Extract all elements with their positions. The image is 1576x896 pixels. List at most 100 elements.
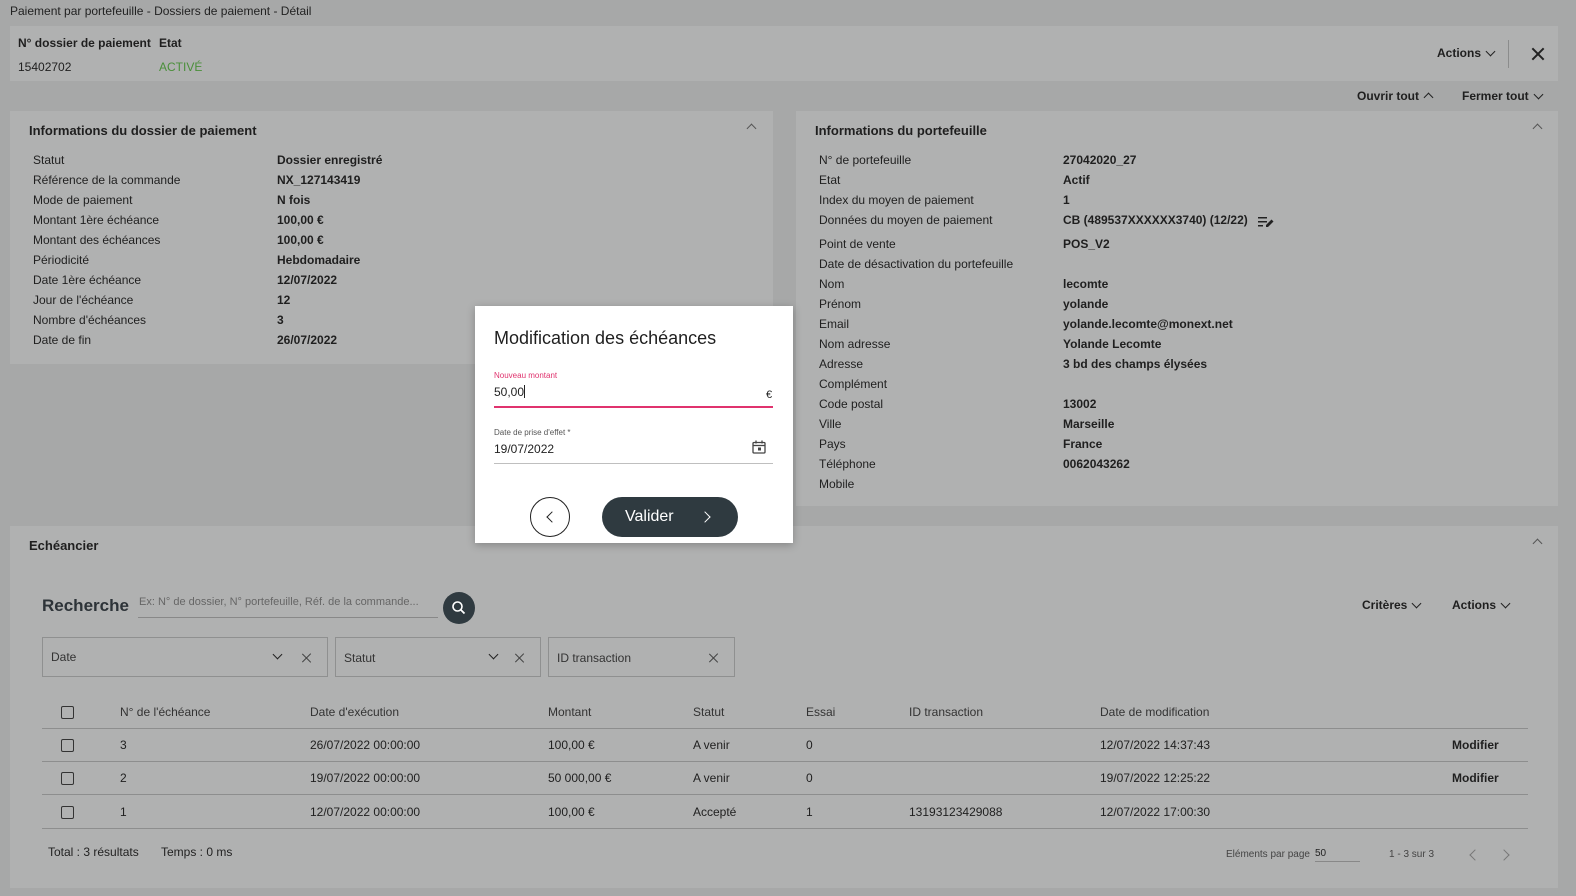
table-cell-essai: 1 [806,805,813,819]
total-results: Total : 3 résultats [48,845,139,859]
search-input[interactable]: Ex: N° de dossier, N° portefeuille, Réf.… [138,596,438,618]
dossier_info-label: Date 1ère échéance [33,273,142,287]
table-cell-exec: 19/07/2022 00:00:00 [310,771,421,785]
table-cell-essai: 0 [806,771,813,785]
col-header-idtx[interactable]: ID transaction [909,705,983,719]
modify-link[interactable]: Modifier [1452,771,1499,785]
dossier-info-title: Informations du dossier de paiement [29,123,257,138]
id-transaction-filter-label: ID transaction [557,651,632,665]
col-header-num[interactable]: N° de l'échéance [120,705,210,719]
close-all-button[interactable]: Fermer tout [1462,89,1544,103]
clear-icon[interactable] [515,653,525,663]
amount-underline [494,406,773,408]
wallet_info-label: Etat [819,173,841,187]
dossier_info-label: Mode de paiement [33,193,133,207]
dossier_info-value: 100,00 € [277,213,324,227]
dossier_info-value: Hebdomadaire [277,253,361,267]
wallet_info-label: N° de portefeuille [819,153,912,167]
wallet_info-label: Données du moyen de paiement [819,213,993,227]
col-header-modif[interactable]: Date de modification [1100,705,1209,719]
table-cell-modif: 19/07/2022 12:25:22 [1100,771,1211,785]
dossier_info-label: Référence de la commande [33,173,181,187]
wallet_info-label: Nom adresse [819,337,891,351]
col-header-montant[interactable]: Montant [548,705,591,719]
chevron-down-icon [1500,598,1511,608]
criteria-button[interactable]: Critères [1362,598,1422,612]
schedule-card: Echéancier [10,526,1558,888]
row-checkbox[interactable] [61,806,74,819]
wallet-info-card: Informations du portefeuille N° de porte… [796,111,1558,506]
amount-input[interactable]: 50,00 [494,385,526,399]
criteria-label: Critères [1362,598,1408,612]
wallet_info-label: Index du moyen de paiement [819,193,974,207]
back-button[interactable] [530,497,570,537]
table-cell-num: 2 [120,771,127,785]
wallet_info-label: Code postal [819,397,884,411]
search-title: Recherche [42,596,129,615]
collapse-chevron-icon[interactable] [746,123,757,134]
chevron-up-icon [1423,92,1434,103]
table-cell-essai: 0 [806,738,813,752]
wallet_info-value: yolande.lecomte@monext.net [1063,317,1233,331]
col-header-essai[interactable]: Essai [806,705,835,719]
dossier-value: 15402702 [18,60,72,74]
per-page-select[interactable]: 50 [1315,848,1360,862]
calendar-icon[interactable] [752,440,766,454]
statut-filter[interactable]: Statut [335,637,541,677]
currency-symbol: € [766,389,773,401]
wallet_info-label: Complément [819,377,888,391]
col-header-statut[interactable]: Statut [693,705,724,719]
wallet-info-title: Informations du portefeuille [815,123,987,138]
chevron-down-icon [488,649,499,660]
dossier_info-value: 100,00 € [277,233,324,247]
clear-icon[interactable] [709,653,719,663]
open-all-button[interactable]: Ouvrir tout [1357,89,1434,103]
search-icon [452,601,466,615]
close-all-label: Fermer tout [1462,89,1529,103]
submit-label: Valider [625,508,674,525]
submit-button[interactable]: Valider [602,497,738,537]
close-icon[interactable] [1531,47,1545,61]
dossier_info-value: 12/07/2022 [277,273,338,287]
date-input[interactable]: 19/07/2022 [494,442,554,456]
etat-value: ACTIVÉ [159,60,203,74]
query-time: Temps : 0 ms [161,845,233,859]
dossier_info-value: NX_127143419 [277,173,361,187]
select-all-checkbox[interactable] [61,706,74,719]
table-cell-statut: A venir [693,738,730,752]
chevron-down-icon [272,649,283,660]
collapse-chevron-icon[interactable] [1532,538,1543,549]
chevron-down-icon [1411,598,1422,608]
amount-label: Nouveau montant [494,371,558,380]
search-button[interactable] [443,592,475,624]
table-cell-modif: 12/07/2022 17:00:30 [1100,805,1211,819]
chevron-left-icon [546,511,558,523]
table-cell-montant: 100,00 € [548,805,595,819]
page-title: Paiement par portefeuille - Dossiers de … [10,4,312,18]
modify-link[interactable]: Modifier [1452,738,1499,752]
clear-icon[interactable] [302,653,312,663]
date-label: Date de prise d'effet * [494,428,571,437]
wallet_info-value: lecomte [1063,277,1109,291]
divider [42,761,1528,762]
dossier_info-label: Jour de l'échéance [33,293,134,307]
col-header-exec[interactable]: Date d'exécution [310,705,399,719]
id-transaction-filter[interactable]: ID transaction [548,637,735,677]
date-filter-label: Date [51,650,77,664]
wallet_info-label: Email [819,317,850,331]
schedule-actions-button[interactable]: Actions [1452,598,1511,612]
dossier-label: N° dossier de paiement [18,36,151,50]
collapse-chevron-icon[interactable] [1532,123,1543,134]
table-cell-num: 3 [120,738,127,752]
dossier_info-value: Dossier enregistré [277,153,383,167]
header-actions-button[interactable]: Actions [1437,46,1496,60]
dossier_info-value: 12 [277,293,291,307]
edit-list-icon[interactable] [1258,216,1274,228]
row-checkbox[interactable] [61,772,74,785]
date-filter[interactable]: Date [42,637,328,677]
row-checkbox[interactable] [61,739,74,752]
table-cell-idtx: 13193123429088 [909,805,1003,819]
chevron-down-icon [1485,46,1496,56]
wallet_info-value: 27042020_27 [1063,153,1137,167]
etat-label: Etat [159,36,182,50]
